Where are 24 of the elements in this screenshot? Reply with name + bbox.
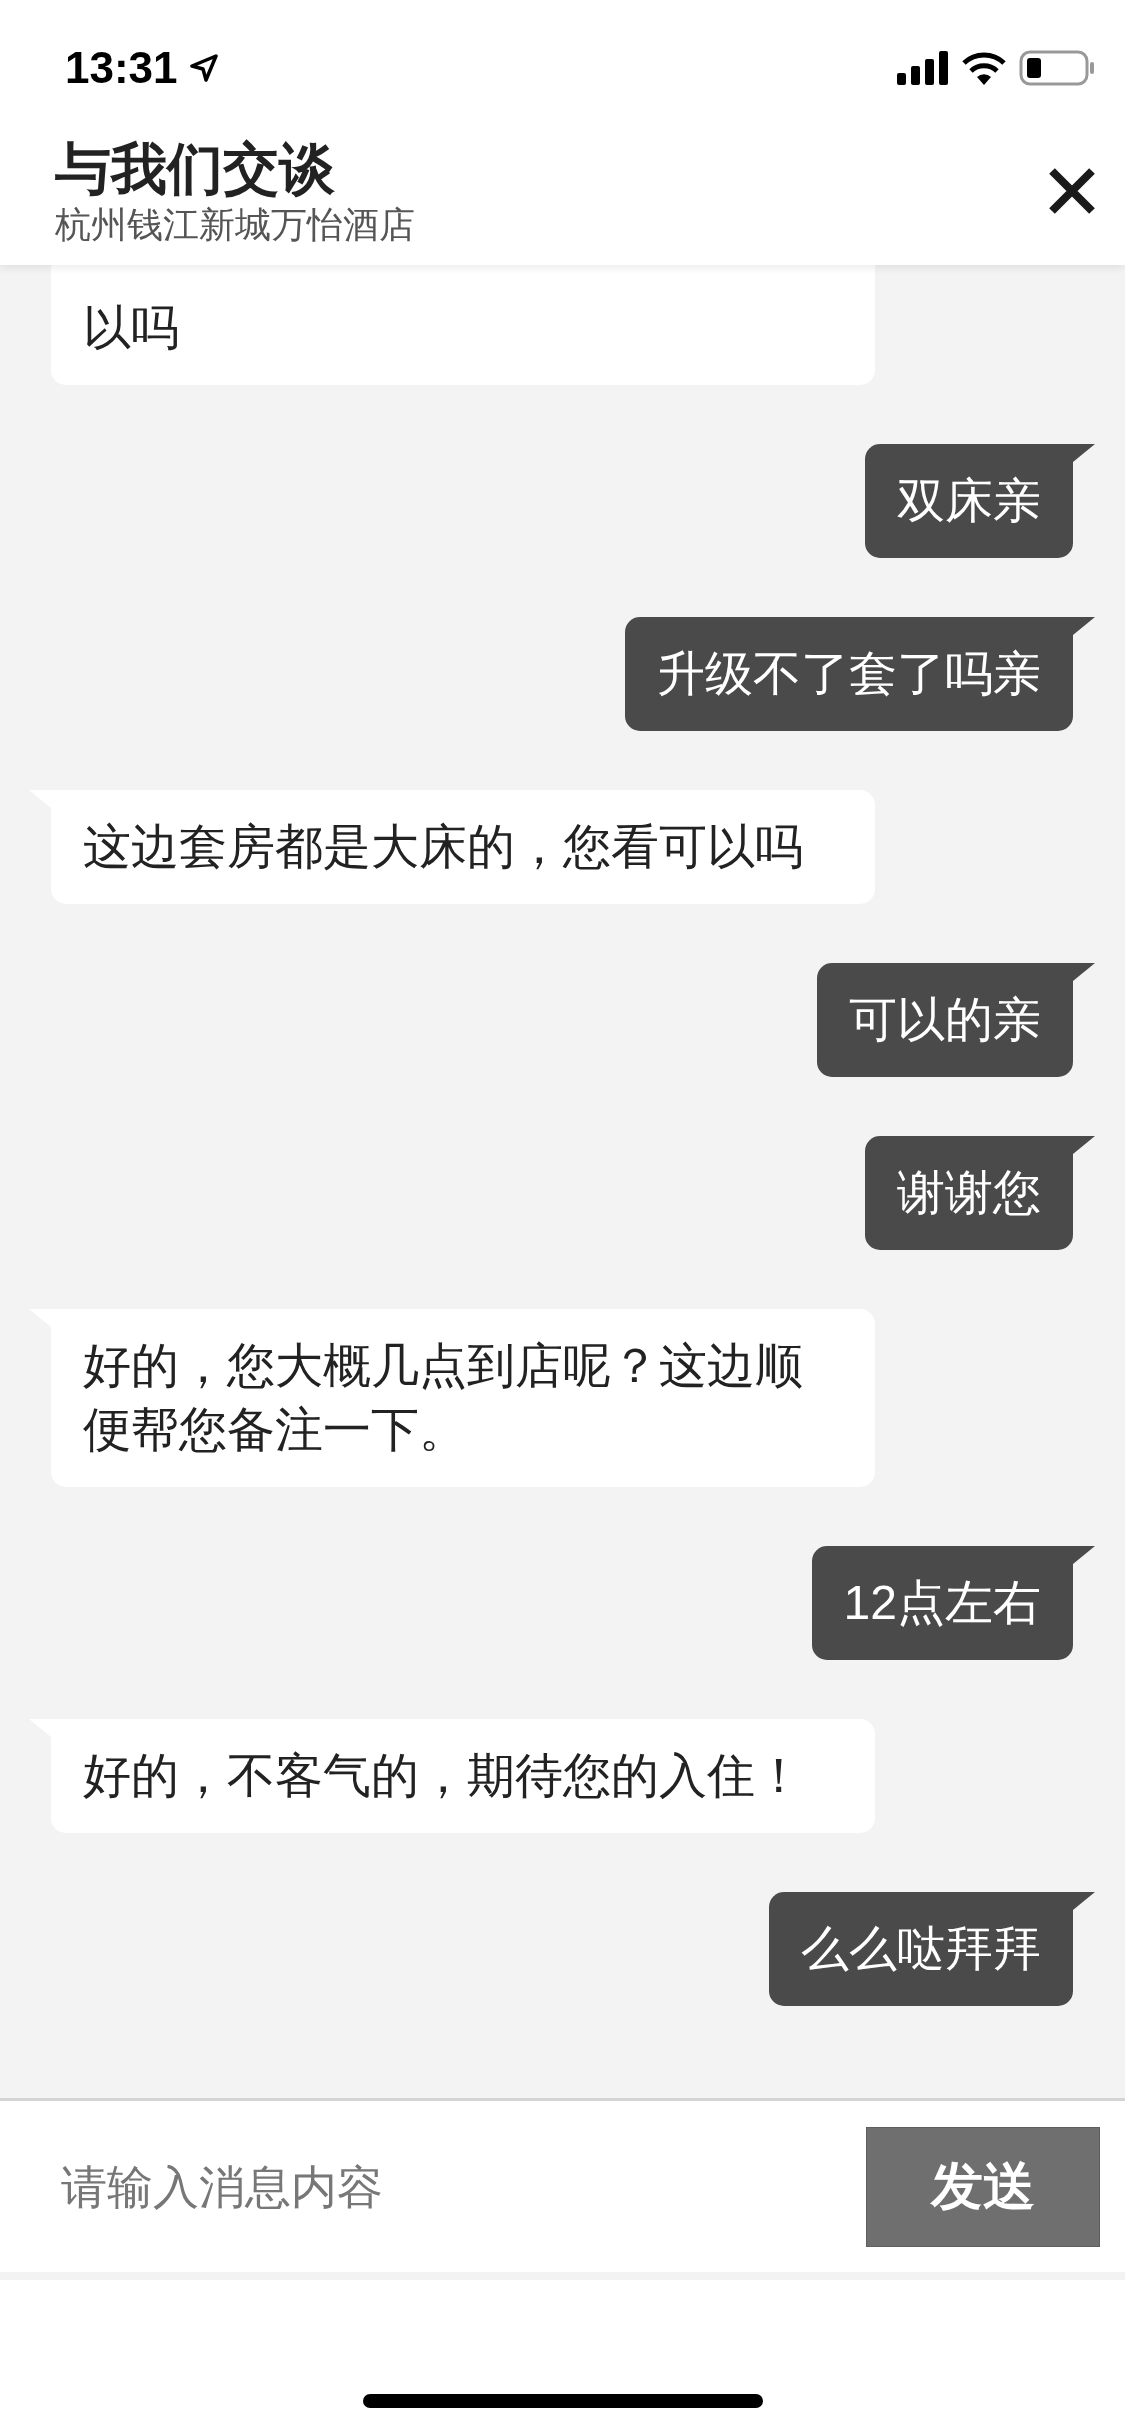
bubble-tail: [1073, 1546, 1095, 1564]
close-icon[interactable]: [1047, 166, 1097, 216]
message-bubble: 可以的亲: [817, 963, 1073, 1077]
bubble-tail: [1073, 963, 1095, 981]
bubble-tail: [1073, 1892, 1095, 1910]
message-bubble: 么么哒拜拜: [769, 1892, 1073, 2006]
message-input[interactable]: 请输入消息内容: [59, 2158, 866, 2215]
chat-title: 与我们交谈: [55, 136, 336, 202]
wifi-icon: [961, 50, 1007, 85]
message-bubble: 双床亲: [865, 444, 1073, 558]
message-bubble: 升级不了套了吗亲: [625, 617, 1073, 731]
status-time: 13:31: [65, 42, 178, 93]
message-bubble: 好的，不客气的，期待您的入住！: [51, 1719, 875, 1833]
message-bubble: 谢谢您: [865, 1136, 1073, 1250]
location-arrow-icon: [189, 53, 218, 82]
bubble-tail: [1073, 444, 1095, 462]
battery-icon: [1019, 49, 1095, 86]
bubble-tail: [1073, 617, 1095, 635]
message-bubble: 12点左右: [811, 1546, 1073, 1660]
message-bubble: 这边套房都是大床的，您看可以吗: [51, 790, 875, 904]
message-bubble: 好的，您大概几点到店呢？这边顺便帮您备注一下。: [51, 1309, 875, 1487]
send-button[interactable]: 发送: [866, 2126, 1100, 2247]
bubble-tail: [1073, 1136, 1095, 1154]
signal-icon: [897, 50, 949, 85]
